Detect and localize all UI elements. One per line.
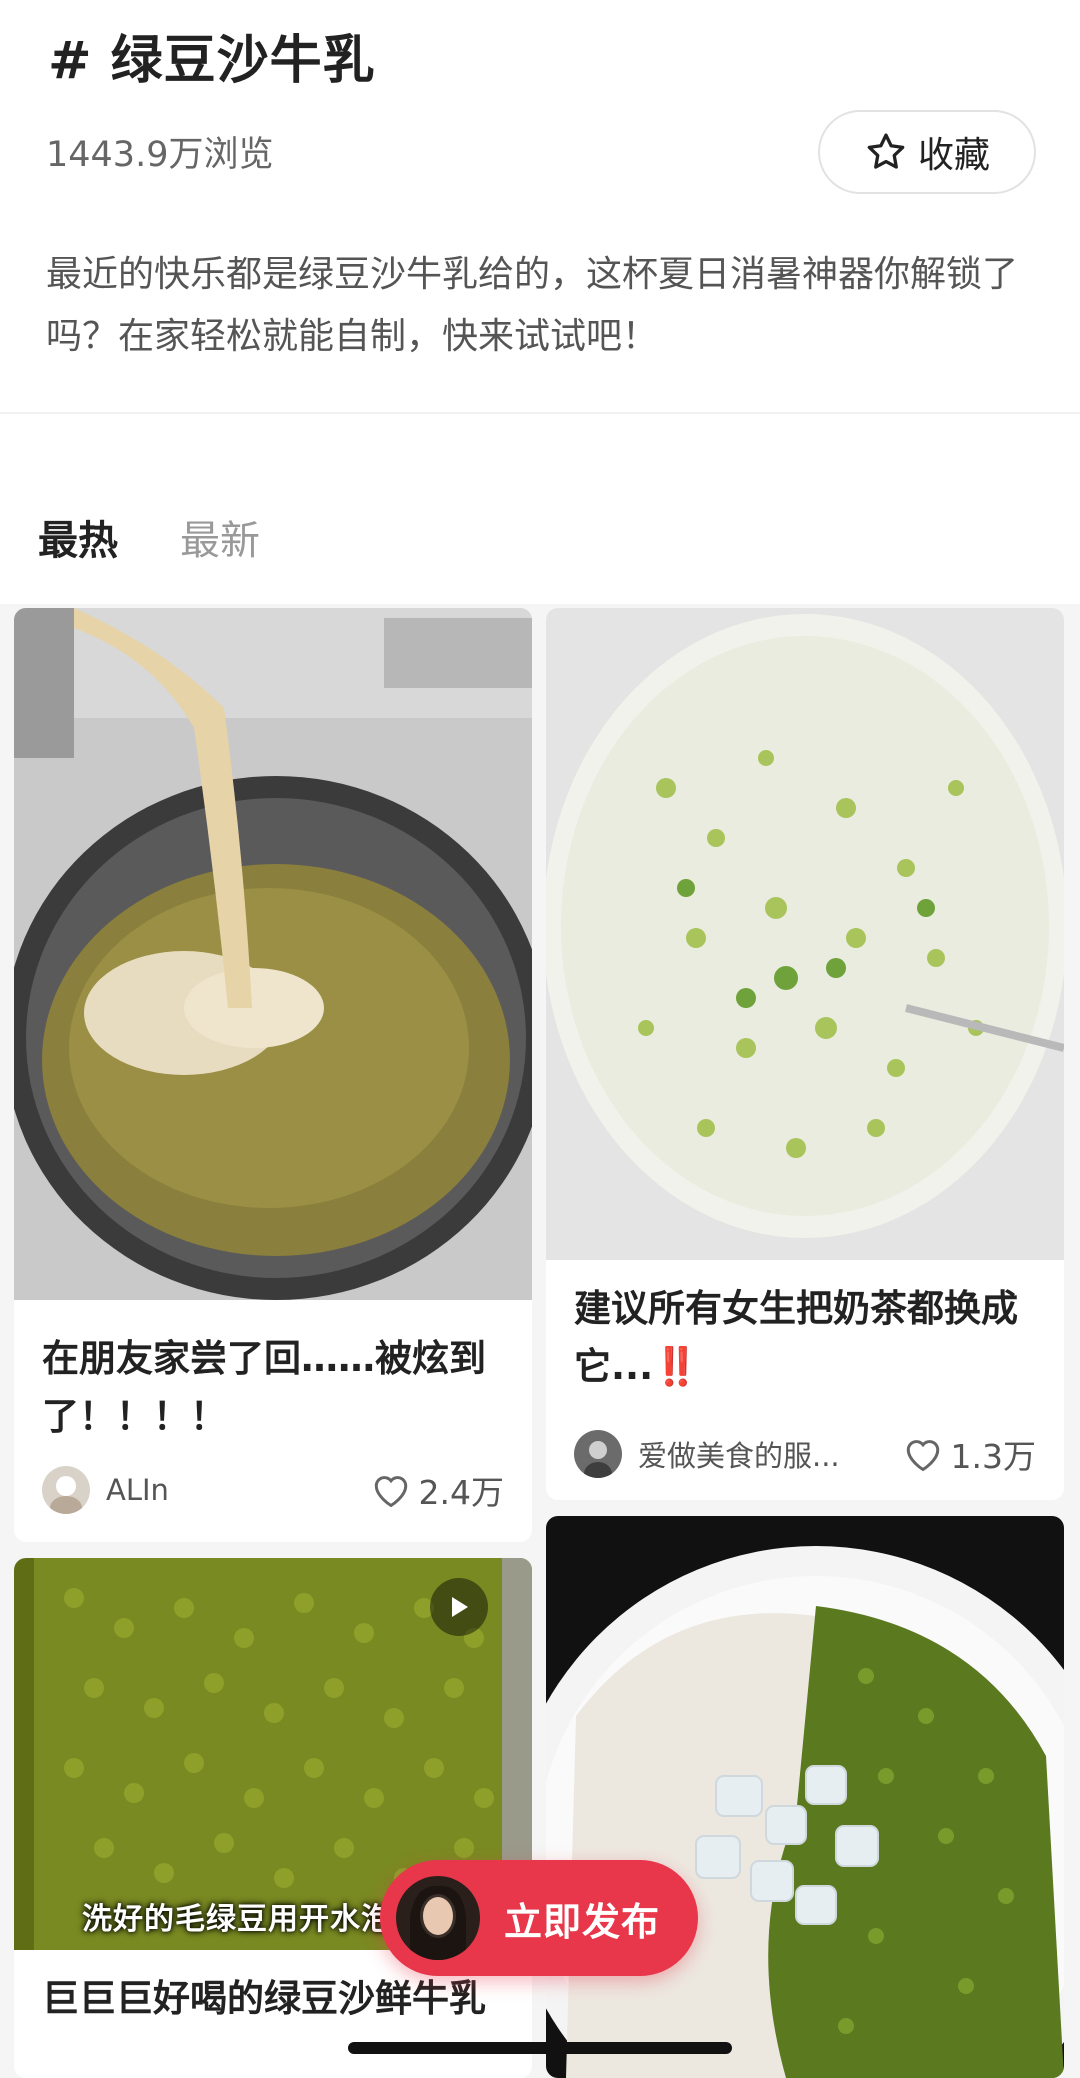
sort-tabs: 最热 最新 bbox=[0, 414, 1080, 604]
tab-hot[interactable]: 最热 bbox=[38, 508, 118, 566]
post-title-text: 建议所有女生把奶茶都换成它... bbox=[574, 1287, 1018, 1388]
avatar[interactable] bbox=[574, 1430, 622, 1478]
topic-title-text: 绿豆沙牛乳 bbox=[110, 31, 376, 91]
image-overlay-text: 洗好的毛绿豆用开水泡 bbox=[82, 1902, 392, 1937]
tab-latest[interactable]: 最新 bbox=[180, 508, 260, 566]
hash-icon: # bbox=[48, 31, 93, 91]
star-icon bbox=[867, 133, 905, 169]
post-card[interactable]: 在朋友家尝了回……被炫到了！！！！ ALIn 2.4万 bbox=[14, 608, 532, 1542]
avatar bbox=[396, 1876, 480, 1960]
post-card[interactable] bbox=[546, 1516, 1064, 2078]
like-count[interactable]: 2.4万 bbox=[371, 1466, 504, 1514]
page-title: # 绿豆沙牛乳 bbox=[48, 18, 376, 93]
favorite-button[interactable]: 收藏 bbox=[818, 110, 1036, 194]
publish-button[interactable]: 立即发布 bbox=[380, 1860, 698, 1976]
topic-header: # 绿豆沙牛乳 1443.9万浏览 收藏 最近的快乐都是绿豆沙牛乳给的，这杯夏日消… bbox=[0, 0, 1080, 412]
heart-icon bbox=[374, 1476, 407, 1508]
post-title: 在朋友家尝了回……被炫到了！！！！ bbox=[42, 1337, 486, 1438]
heart-icon bbox=[906, 1440, 939, 1472]
post-image bbox=[14, 608, 532, 1300]
post-image bbox=[546, 608, 1064, 1260]
post-title: 建议所有女生把奶茶都换成它...‼️ bbox=[574, 1280, 1044, 1396]
view-count: 1443.9万浏览 bbox=[46, 135, 274, 175]
like-count[interactable]: 1.3万 bbox=[903, 1430, 1036, 1478]
author-name[interactable]: ALIn bbox=[106, 1473, 359, 1507]
publish-label: 立即发布 bbox=[504, 1899, 661, 1944]
like-count-text: 2.4万 bbox=[418, 1473, 504, 1512]
post-image bbox=[546, 1516, 1064, 2078]
post-meta: ALIn 2.4万 bbox=[42, 1462, 504, 1518]
double-exclamation-icon: ‼️ bbox=[653, 1345, 700, 1388]
home-indicator bbox=[348, 2042, 732, 2054]
post-card[interactable]: 洗好的毛绿豆用开水泡 巨巨巨好喝的绿豆沙鲜牛乳 bbox=[14, 1558, 532, 2078]
author-name[interactable]: 爱做美食的服... bbox=[638, 1433, 891, 1475]
post-feed: 在朋友家尝了回……被炫到了！！！！ ALIn 2.4万 建议所有女生把奶茶都换成… bbox=[0, 604, 1080, 2078]
post-title: 巨巨巨好喝的绿豆沙鲜牛乳 bbox=[42, 1977, 486, 2020]
play-icon[interactable] bbox=[430, 1578, 488, 1636]
topic-description: 最近的快乐都是绿豆沙牛乳给的，这杯夏日消暑神器你解锁了吗？在家轻松就能自制，快来… bbox=[46, 254, 1019, 357]
post-card[interactable]: 建议所有女生把奶茶都换成它...‼️ 爱做美食的服... 1.3万 bbox=[546, 608, 1064, 1500]
favorite-label: 收藏 bbox=[917, 135, 990, 176]
like-count-text: 1.3万 bbox=[950, 1437, 1036, 1476]
post-meta: 爱做美食的服... 1.3万 bbox=[574, 1426, 1036, 1482]
avatar[interactable] bbox=[42, 1466, 90, 1514]
